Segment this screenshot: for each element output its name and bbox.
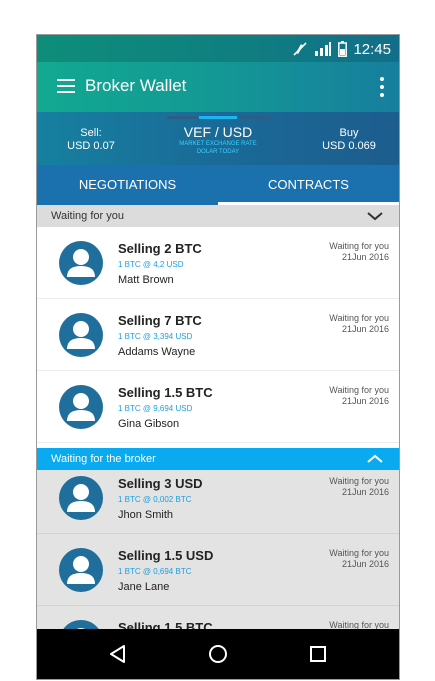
tab-contracts[interactable]: CONTRACTS	[218, 165, 399, 205]
sell-value: USD 0.07	[67, 140, 115, 152]
battery-icon	[338, 41, 348, 57]
contract-item[interactable]: Selling 1.5 USD 1 BTC @ 0,694 BTC Jane L…	[37, 534, 399, 606]
status-date: 21Jun 2016	[341, 487, 389, 497]
contract-title: Selling 3 USD	[118, 476, 203, 491]
buy-rate: Buy USD 0.069	[309, 127, 389, 153]
avatar	[59, 241, 103, 285]
contract-status: Waiting for you	[329, 620, 389, 629]
navigation-bar	[37, 629, 399, 679]
status-text: Waiting for you	[329, 313, 389, 323]
avatar	[59, 620, 103, 629]
status-date: 21Jun 2016	[341, 559, 389, 569]
contract-status: Waiting for you 21Jun 2016	[329, 385, 389, 407]
avatar	[59, 385, 103, 429]
menu-icon[interactable]	[57, 79, 75, 93]
contract-status: Waiting for you 21Jun 2016	[329, 476, 389, 498]
section-list: Selling 3 USD 1 BTC @ 0,002 BTC Jhon Smi…	[37, 470, 399, 629]
buy-value: USD 0.069	[322, 140, 376, 152]
contract-title: Selling 1.5 BTC	[118, 385, 213, 400]
page-indicator	[157, 114, 279, 120]
contract-rate: 1 BTC @ 9,694 USD	[118, 404, 193, 413]
contract-title: Selling 2 BTC	[118, 241, 202, 256]
section-header-waiting-for-you[interactable]: Waiting for you	[37, 205, 399, 227]
contract-title: Selling 1.5 BTC	[118, 620, 213, 629]
contract-item[interactable]: Selling 2 BTC 1 BTC @ 4,2 USD Matt Brown…	[37, 227, 399, 299]
contract-rate: 1 BTC @ 0,694 BTC	[118, 567, 192, 576]
status-date: 21Jun 2016	[341, 324, 389, 334]
user-icon	[67, 556, 95, 584]
status-text: Waiting for you	[329, 476, 389, 486]
section-list: Selling 2 BTC 1 BTC @ 4,2 USD Matt Brown…	[37, 227, 399, 443]
contract-person: Jane Lane	[118, 581, 170, 593]
chevron-up-icon[interactable]	[365, 452, 385, 466]
app-title: Broker Wallet	[85, 76, 187, 95]
tab-bar: NEGOTIATIONS CONTRACTS	[37, 165, 399, 205]
user-icon	[77, 628, 85, 629]
contract-rate: 1 BTC @ 4,2 USD	[118, 260, 184, 269]
currency-pair-selector[interactable]: VEF / USD MARKET EXCHANGE RATE DOLAR TOD…	[157, 114, 279, 156]
contract-item[interactable]: Selling 1.5 BTC Waiting for you	[37, 606, 399, 629]
status-text: Waiting for you	[329, 241, 389, 251]
contract-rate: 1 BTC @ 0,002 BTC	[118, 495, 192, 504]
contract-status: Waiting for you 21Jun 2016	[329, 241, 389, 263]
contract-status: Waiting for you 21Jun 2016	[329, 313, 389, 335]
status-date: 21Jun 2016	[341, 396, 389, 406]
phone-frame: 12:45 Broker Wallet Sell: USD 0.07 VEF /…	[36, 34, 400, 680]
contracts-list[interactable]: Waiting for you Selling 2 BTC 1 BTC @ 4,…	[37, 205, 399, 629]
rate-subtitle-2: DOLAR TODAY	[196, 149, 240, 155]
user-icon	[67, 484, 95, 512]
buy-label: Buy	[339, 127, 359, 139]
status-text: Waiting for you	[329, 548, 389, 558]
user-icon	[67, 321, 95, 349]
chevron-down-icon[interactable]	[365, 209, 385, 223]
contract-person: Matt Brown	[118, 274, 174, 286]
contract-person: Addams Wayne	[118, 346, 196, 358]
section-header-waiting-for-broker[interactable]: Waiting for the broker	[37, 448, 399, 470]
status-date: 21Jun 2016	[341, 252, 389, 262]
status-text: Waiting for you	[329, 620, 389, 629]
avatar	[59, 476, 103, 520]
contract-person: Gina Gibson	[118, 418, 180, 430]
avatar	[59, 313, 103, 357]
contract-title: Selling 7 BTC	[118, 313, 202, 328]
avatar	[59, 548, 103, 592]
currency-pair: VEF / USD	[183, 124, 253, 140]
status-text: Waiting for you	[329, 385, 389, 395]
more-options-icon[interactable]	[379, 76, 385, 98]
exchange-rate-panel: Sell: USD 0.07 VEF / USD MARKET EXCHANGE…	[37, 112, 399, 165]
mute-icon	[293, 42, 308, 56]
back-icon[interactable]	[103, 639, 133, 669]
home-icon[interactable]	[203, 639, 233, 669]
contract-item[interactable]: Selling 7 BTC 1 BTC @ 3,394 USD Addams W…	[37, 299, 399, 371]
sell-label: Sell:	[80, 127, 102, 139]
rate-subtitle-1: MARKET EXCHANGE RATE	[179, 141, 257, 147]
section-title: Waiting for you	[51, 210, 124, 222]
status-time: 12:45	[353, 40, 391, 58]
status-bar: 12:45	[37, 35, 399, 62]
user-icon	[67, 393, 95, 421]
section-title: Waiting for the broker	[51, 453, 156, 465]
contract-rate: 1 BTC @ 3,394 USD	[118, 332, 193, 341]
contract-person: Jhon Smith	[118, 509, 174, 521]
contract-item[interactable]: Selling 3 USD 1 BTC @ 0,002 BTC Jhon Smi…	[37, 470, 399, 534]
app-bar: Broker Wallet	[37, 62, 399, 112]
contract-item[interactable]: Selling 1.5 BTC 1 BTC @ 9,694 USD Gina G…	[37, 371, 399, 443]
signal-icon	[315, 42, 332, 56]
sell-rate: Sell: USD 0.07	[51, 127, 131, 153]
tab-negotiations[interactable]: NEGOTIATIONS	[37, 165, 218, 205]
contract-title: Selling 1.5 USD	[118, 548, 214, 563]
recent-apps-icon[interactable]	[303, 639, 333, 669]
contract-status: Waiting for you 21Jun 2016	[329, 548, 389, 570]
user-icon	[67, 249, 95, 277]
